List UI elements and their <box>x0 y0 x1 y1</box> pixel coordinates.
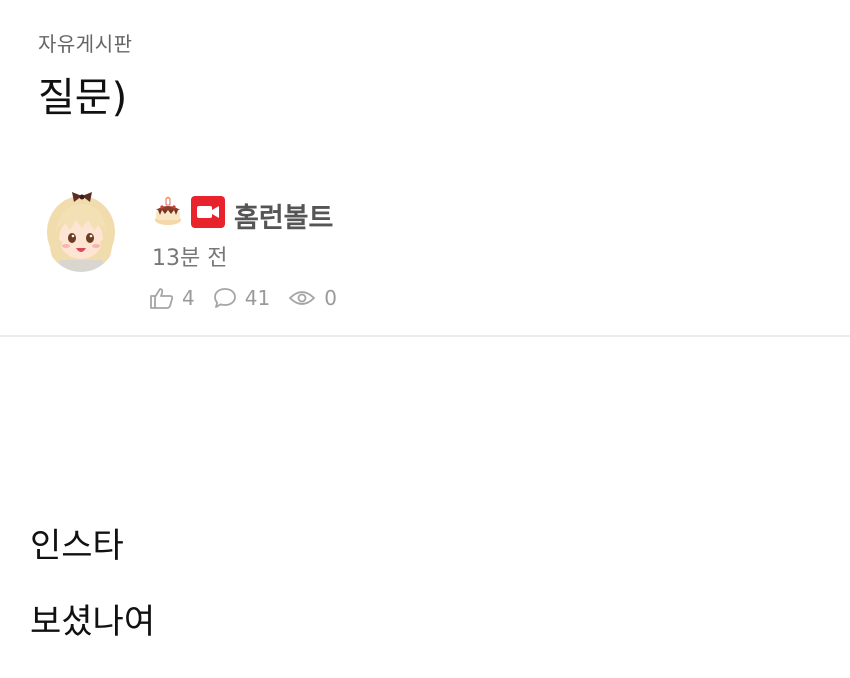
thumbs-up-icon <box>150 288 174 309</box>
author-nickname[interactable]: 홈런볼트 <box>234 196 333 235</box>
comment-count: 41 <box>244 286 271 310</box>
like-count: 4 <box>182 286 195 310</box>
view-count: 0 <box>324 286 337 310</box>
board-name[interactable]: 자유게시판 <box>38 28 133 57</box>
author-block: 홈런볼트 13분 전 4 41 0 <box>0 180 850 336</box>
like-stat[interactable]: 4 <box>150 286 195 310</box>
post-body-line: 보셨나여 <box>30 602 156 642</box>
content-divider <box>0 335 850 337</box>
comment-stat[interactable]: 41 <box>213 286 270 310</box>
avatar[interactable] <box>42 190 120 276</box>
eye-icon <box>288 291 316 305</box>
post-stats: 4 41 0 <box>150 286 355 310</box>
cake-rank-icon <box>155 196 181 225</box>
view-stat: 0 <box>288 286 337 310</box>
post-title: 질문) <box>38 75 128 121</box>
comment-bubble-icon <box>213 288 236 308</box>
post-time: 13분 전 <box>152 246 228 271</box>
post-body-line: 인스타 <box>30 526 124 566</box>
video-camera-icon <box>191 196 225 228</box>
